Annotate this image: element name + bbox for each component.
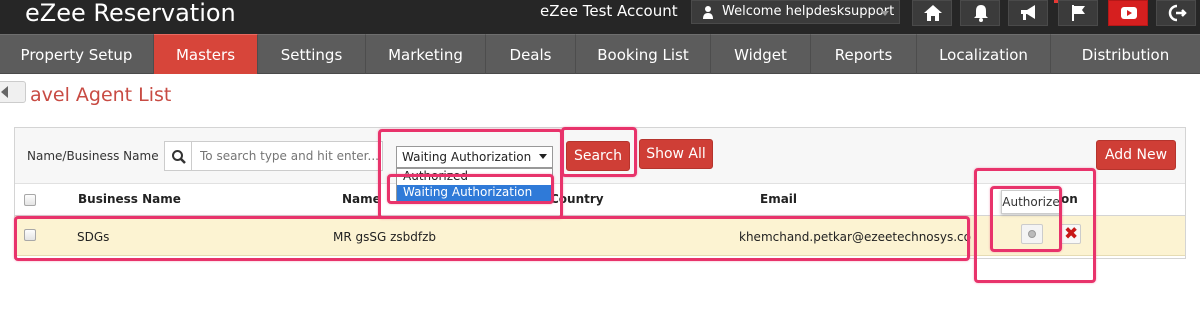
logout-icon	[1168, 4, 1187, 22]
account-name: eZee Test Account	[540, 2, 678, 20]
add-new-button[interactable]: Add New	[1096, 140, 1176, 170]
user-icon	[703, 6, 713, 19]
announcements-button[interactable]	[1008, 0, 1048, 26]
flag-icon	[1072, 5, 1085, 21]
chevron-left-icon	[1, 86, 8, 98]
filter-label: Name/Business Name	[27, 149, 159, 163]
nav-localization[interactable]: Localization	[917, 34, 1051, 74]
nav-widget[interactable]: Widget	[711, 34, 811, 74]
top-bar: eZee Reservation eZee Test Account Welco…	[0, 0, 1200, 34]
nav-booking-list[interactable]: Booking List	[576, 34, 711, 74]
column-name: Name	[342, 192, 381, 206]
youtube-button[interactable]	[1108, 0, 1148, 26]
nav-reports[interactable]: Reports	[811, 34, 917, 74]
search-icon	[172, 150, 186, 164]
sidebar-toggle[interactable]	[0, 81, 26, 103]
logout-button[interactable]	[1156, 0, 1196, 26]
highlight-authorize	[990, 186, 1062, 252]
nav-property-setup[interactable]: Property Setup	[0, 34, 154, 74]
nav-marketing[interactable]: Marketing	[366, 34, 486, 74]
highlight-search-button	[561, 127, 637, 177]
page-title: avel Agent List	[30, 84, 172, 106]
highlight-waiting-option	[387, 174, 554, 204]
chevron-down-icon	[881, 11, 889, 16]
show-all-button[interactable]: Show All	[639, 139, 713, 169]
youtube-icon	[1121, 7, 1137, 19]
search-icon-button[interactable]	[164, 141, 192, 171]
column-email: Email	[760, 192, 798, 206]
nav-deals[interactable]: Deals	[486, 34, 576, 74]
select-all-checkbox[interactable]	[24, 194, 36, 206]
user-menu[interactable]: Welcome helpdesksupport	[691, 0, 900, 24]
highlight-table-row	[14, 216, 970, 261]
home-button[interactable]	[912, 0, 952, 26]
flag-button[interactable]	[1058, 0, 1098, 26]
bell-icon	[974, 5, 988, 22]
nav-settings[interactable]: Settings	[258, 34, 366, 74]
main-nav: Property Setup Masters Settings Marketin…	[0, 34, 1200, 74]
welcome-text: Welcome helpdesksupport	[722, 4, 895, 19]
nav-distribution[interactable]: Distribution	[1051, 34, 1200, 74]
megaphone-icon	[1021, 5, 1035, 20]
nav-masters[interactable]: Masters	[154, 34, 258, 74]
notifications-button[interactable]	[960, 0, 1000, 26]
app-title: eZee Reservation	[25, 0, 236, 27]
home-icon	[924, 5, 942, 21]
search-input[interactable]	[191, 141, 383, 171]
column-business-name: Business Name	[78, 192, 181, 206]
